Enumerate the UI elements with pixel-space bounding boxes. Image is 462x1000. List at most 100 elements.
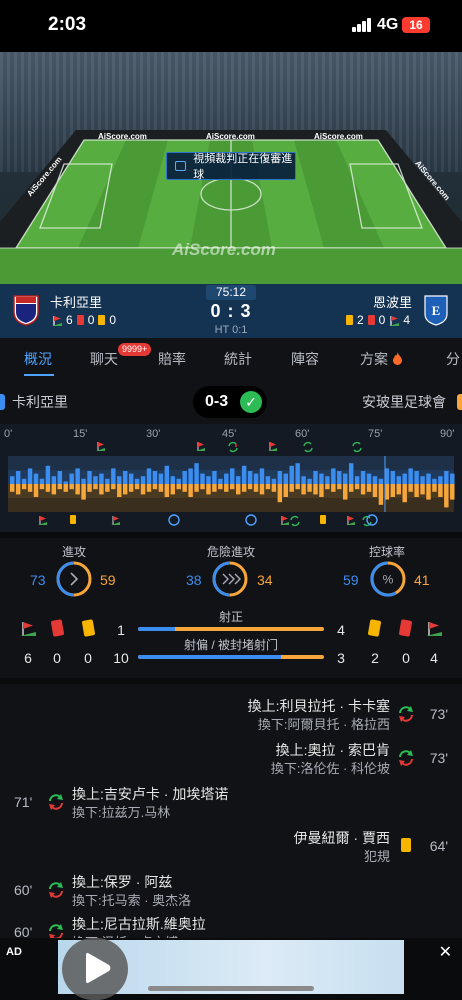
away-pressure-bar bbox=[438, 484, 443, 497]
momentum-chart bbox=[8, 442, 455, 527]
possession-away: 41 bbox=[414, 572, 430, 588]
home-pressure-bar bbox=[378, 478, 384, 484]
match-clock: 75:12 bbox=[206, 285, 256, 300]
home-pressure-bar bbox=[402, 473, 407, 484]
away-pressure-bar bbox=[81, 484, 86, 500]
home-pressure-bar bbox=[241, 465, 247, 484]
home-yellow-cards: 0 bbox=[109, 313, 117, 327]
yellow-card-icon bbox=[81, 619, 96, 637]
substitution-icon bbox=[290, 515, 300, 527]
away-pressure-bar bbox=[348, 484, 354, 492]
corner-flag-icon bbox=[38, 516, 47, 525]
home-indicator bbox=[148, 986, 314, 991]
dangerous-attacks-away: 34 bbox=[257, 572, 273, 588]
away-pressure-bar bbox=[253, 484, 259, 492]
shots-on-target-home: 1 bbox=[117, 622, 125, 638]
tab-odds[interactable]: 賠率 bbox=[158, 349, 186, 369]
home-pressure-bar bbox=[146, 468, 152, 484]
home-pressure-bar bbox=[99, 473, 104, 484]
yellow-card-icon bbox=[70, 515, 76, 524]
away-pressure-bar bbox=[117, 484, 122, 497]
home-pressure-bar bbox=[128, 473, 134, 484]
network-type: 4G bbox=[377, 16, 399, 33]
possession-home: 59 bbox=[343, 572, 359, 588]
tab-lineup[interactable]: 陣容 bbox=[291, 349, 319, 369]
home-pressure-bar bbox=[194, 463, 199, 484]
corner-flag-icon bbox=[280, 516, 289, 525]
shots-on-target-fill bbox=[138, 627, 176, 631]
close-icon[interactable]: ✕ bbox=[439, 942, 452, 962]
timeline-tick: 45' bbox=[222, 428, 237, 440]
shots-off-target-fill bbox=[138, 655, 282, 659]
home-pressure-bar bbox=[348, 463, 354, 484]
away-pressure-bar bbox=[360, 484, 366, 495]
away-pressure-bar bbox=[134, 484, 140, 490]
timeline-events-bottom bbox=[38, 514, 378, 527]
tab-tips[interactable]: 方案 bbox=[360, 349, 403, 369]
percent-icon: % bbox=[383, 573, 394, 587]
home-pressure-bar bbox=[444, 471, 449, 484]
goal-ball-icon bbox=[168, 514, 180, 526]
away-pressure-bar bbox=[170, 484, 176, 495]
away-pressure-bar bbox=[194, 484, 199, 492]
tab-stats[interactable]: 統計 bbox=[224, 349, 252, 369]
status-time: 2:03 bbox=[48, 14, 87, 35]
home-pressure-bar bbox=[33, 473, 39, 484]
home-team-name[interactable]: 卡利亞里 bbox=[50, 292, 102, 311]
home-team-crest-icon[interactable] bbox=[12, 294, 40, 326]
ad-label: AD bbox=[6, 946, 22, 958]
away-pressure-bar bbox=[283, 484, 288, 497]
halftime-score: HT 0:1 bbox=[214, 324, 248, 336]
dangerous-attacks-home: 38 bbox=[186, 572, 202, 588]
match-events-list: 換上:利貝拉托 · 卡卡塞 換下:阿爾貝托 · 格拉西 73' 換上:奧拉 · … bbox=[0, 684, 462, 940]
away-pressure-bar bbox=[87, 484, 92, 492]
yellow-card-icon bbox=[367, 619, 382, 637]
dangerous-attacks-label: 危險進攻 bbox=[206, 545, 255, 559]
home-pressure-bar bbox=[337, 471, 342, 484]
home-pressure-bar bbox=[414, 471, 419, 484]
shots-on-target-bar bbox=[138, 627, 324, 631]
home-pressure-bar bbox=[283, 473, 288, 484]
away-pressure-bar bbox=[426, 484, 431, 500]
substitution-icon bbox=[303, 442, 313, 453]
timeline-tick: 90' bbox=[440, 428, 455, 440]
away-pressure-bar bbox=[152, 484, 158, 490]
goal-ball-icon bbox=[245, 514, 257, 526]
away-team-crest-icon[interactable]: E bbox=[422, 294, 450, 326]
event-player-out: 換下:洛伦佐 · 科伦坡 bbox=[270, 761, 390, 776]
away-yellow-cards: 2 bbox=[356, 313, 364, 327]
away-team-name[interactable]: 恩波里 bbox=[373, 292, 412, 311]
home-corners: 6 bbox=[66, 313, 73, 327]
shots-off-target-bar bbox=[138, 655, 324, 659]
away-pressure-bar bbox=[402, 484, 407, 503]
away-team-counters: 2 0 4 bbox=[345, 313, 410, 327]
tab-analysis[interactable]: 分 bbox=[446, 349, 460, 369]
home-pressure-bar bbox=[140, 476, 146, 484]
home-pressure-bar bbox=[426, 473, 431, 484]
away-pressure-bar bbox=[218, 484, 223, 490]
away-pressure-bar bbox=[212, 484, 217, 492]
tab-overview[interactable]: 概況 bbox=[24, 349, 52, 369]
event-player-in: 換上:奧拉 · 索巴肯 bbox=[275, 742, 390, 758]
event-minute: 64' bbox=[429, 838, 448, 854]
substitution-icon bbox=[399, 706, 413, 722]
home-pressure-bar bbox=[420, 476, 425, 484]
attacks-home: 73 bbox=[30, 572, 46, 588]
away-pressure-bar bbox=[176, 484, 181, 490]
corner-flag-icon bbox=[389, 315, 400, 326]
away-pressure-bar bbox=[235, 484, 241, 495]
possession-label: 控球率 bbox=[368, 545, 405, 559]
home-pressure-bar bbox=[253, 473, 259, 484]
home-pressure-bar bbox=[87, 471, 92, 484]
event-minute: 73' bbox=[429, 750, 448, 766]
home-pressure-bar bbox=[277, 471, 283, 484]
away-pressure-bar bbox=[122, 484, 128, 495]
tab-chat[interactable]: 聊天 bbox=[90, 349, 118, 369]
away-pressure-bar bbox=[307, 484, 312, 492]
home-pressure-bar bbox=[319, 473, 324, 484]
away-pressure-bar bbox=[75, 484, 80, 495]
home-pressure-bar bbox=[301, 476, 306, 484]
event-player-in: 換上:利貝拉托 · 卡卡塞 bbox=[247, 698, 390, 714]
away-pressure-bar bbox=[408, 484, 413, 492]
watermark: AiScore.com bbox=[172, 240, 276, 259]
